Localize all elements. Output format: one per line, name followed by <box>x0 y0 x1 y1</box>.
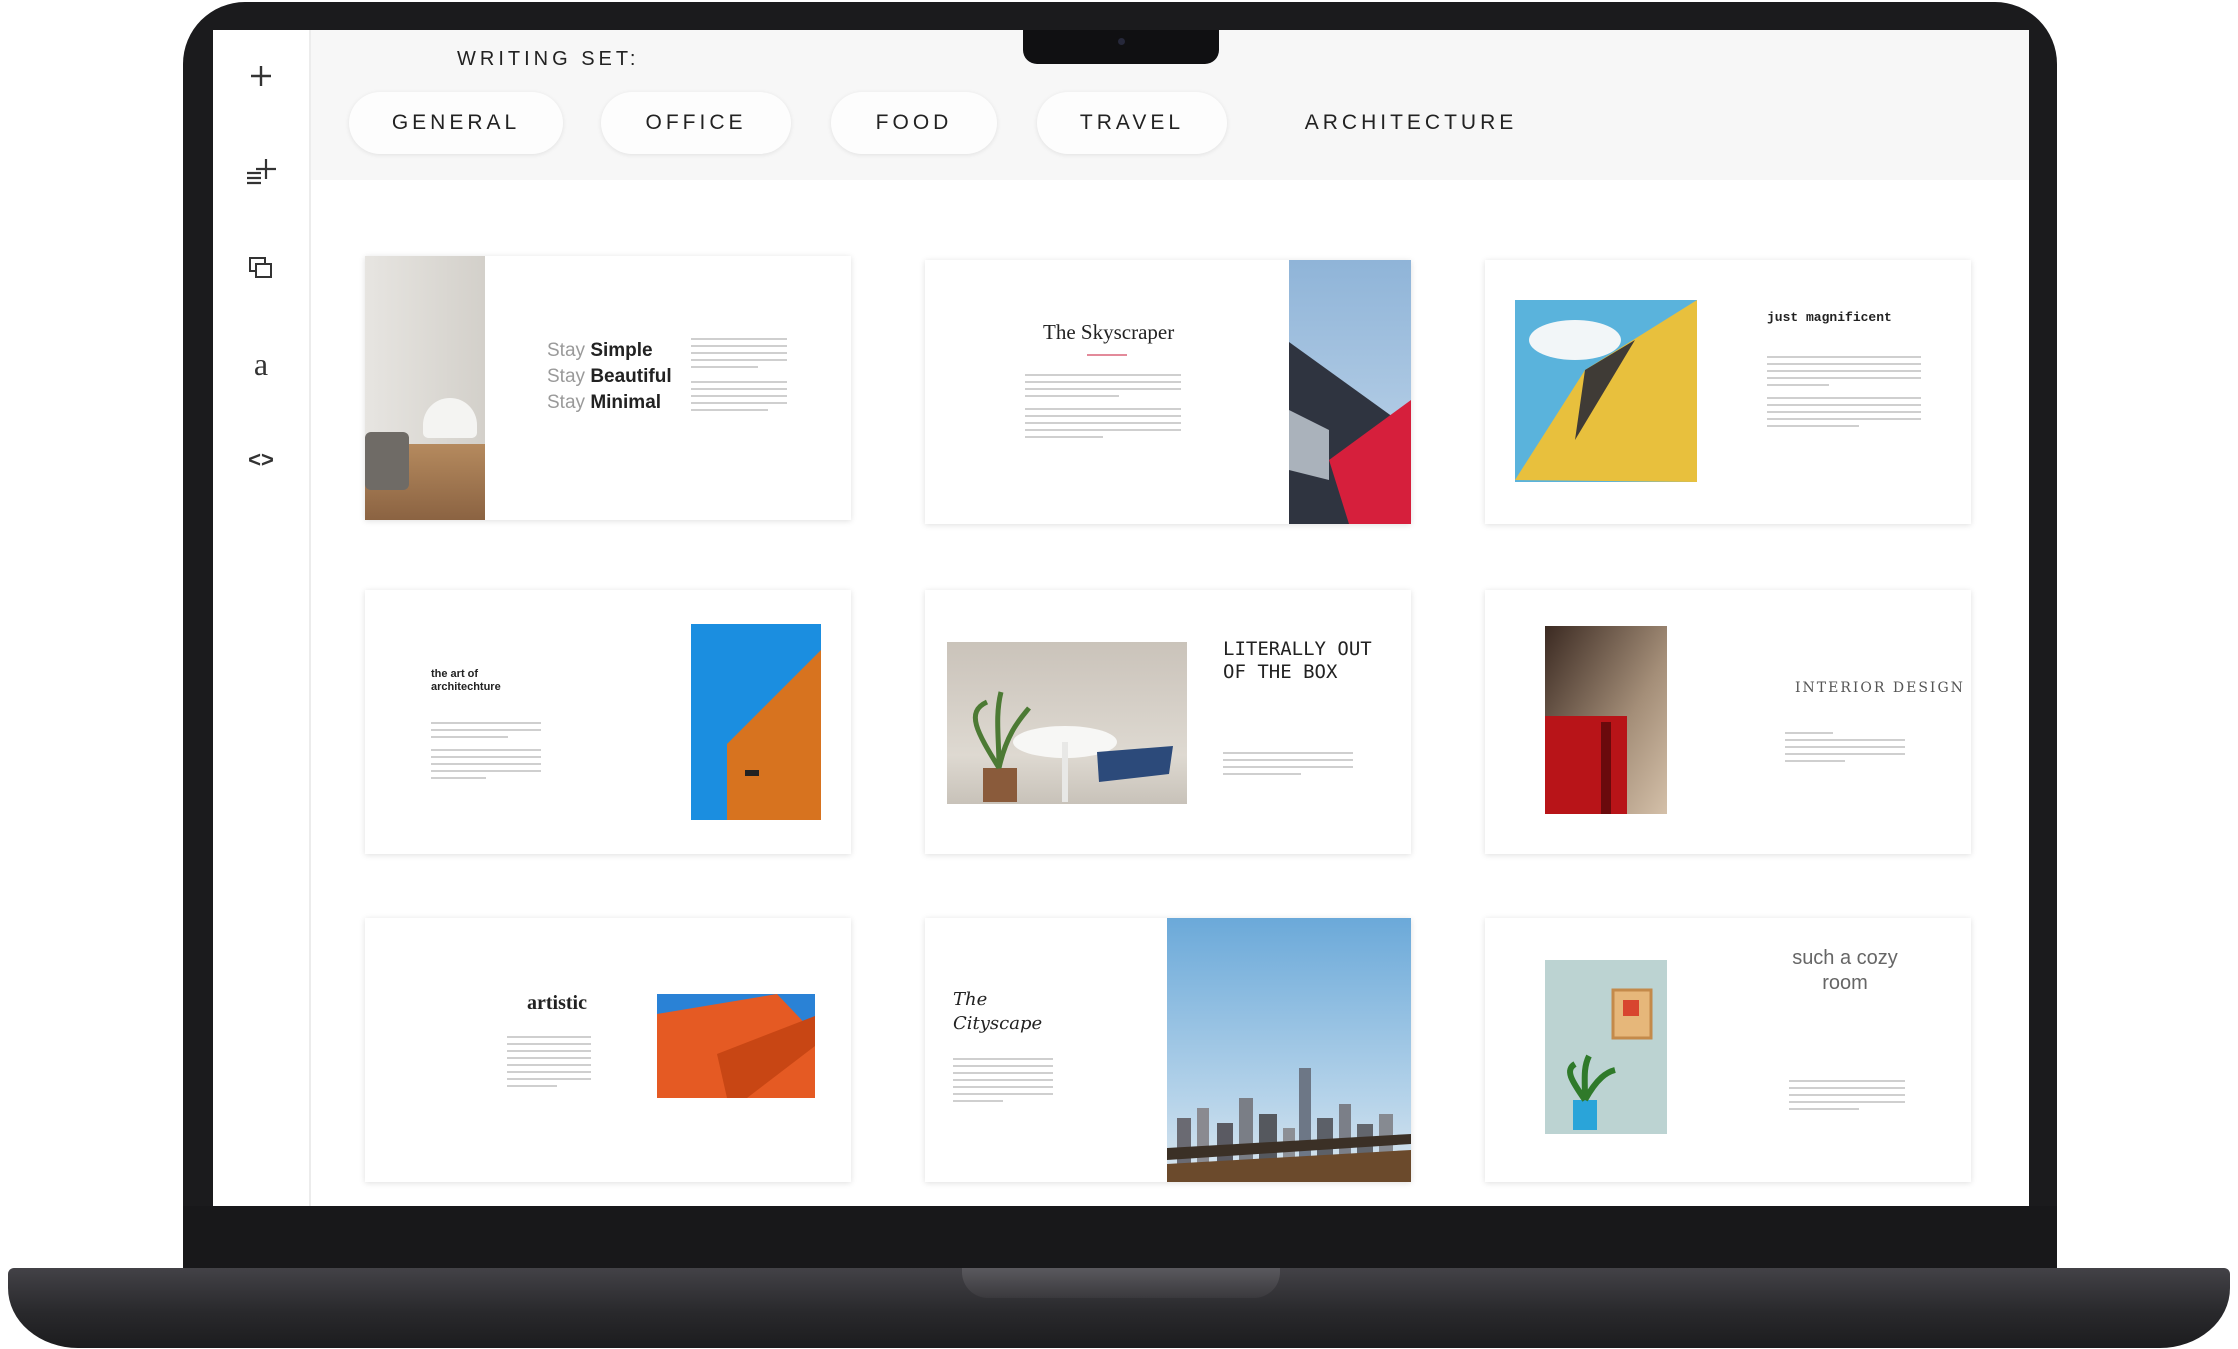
template-card-art-of-architecture[interactable]: the art of architechture <box>365 590 851 854</box>
orange-building-photo <box>691 624 821 820</box>
yellow-building-photo <box>1515 300 1697 482</box>
add-list-icon[interactable] <box>213 152 309 192</box>
tab-office[interactable]: OFFICE <box>601 92 791 154</box>
red-chair-photo <box>1545 626 1667 814</box>
sidebar: a <> <box>213 30 311 1206</box>
body-text <box>1767 356 1921 432</box>
writing-set-label: WRITING SET: <box>457 48 640 70</box>
template-card-skyscraper[interactable]: The Skyscraper <box>925 260 1411 524</box>
stay-lines: Stay Simple Stay Beautiful Stay Minimal <box>547 340 672 413</box>
template-card-cozy-room[interactable]: such a cozy room <box>1485 918 1971 1182</box>
template-grid: Stay Simple Stay Beautiful Stay Minimal … <box>311 180 2029 1206</box>
laptop-hinge-notch <box>962 1268 1280 1298</box>
tab-food[interactable]: FOOD <box>831 92 997 154</box>
skyscraper-photo <box>1289 260 1411 524</box>
body-text <box>507 1036 591 1092</box>
tab-general[interactable]: GENERAL <box>349 92 563 154</box>
font-icon[interactable]: a <box>213 344 309 384</box>
duplicate-icon[interactable] <box>213 248 309 288</box>
chair-photo <box>365 256 485 520</box>
cozy-room-photo <box>1545 960 1667 1134</box>
cozy-room-title: such a cozy room <box>1792 947 1898 994</box>
body-text <box>1789 1080 1905 1115</box>
cityscape-title: The Cityscape <box>953 989 1043 1034</box>
body-text <box>1025 374 1181 443</box>
body-text <box>1785 732 1905 767</box>
interior-title: INTERIOR DESIGN <box>1795 680 1965 696</box>
artistic-title: artistic <box>527 992 587 1014</box>
table-chair-photo <box>947 642 1187 804</box>
magnificent-title: just magnificent <box>1767 310 1892 325</box>
body-text <box>1223 752 1353 780</box>
camera-icon <box>1118 38 1125 45</box>
template-card-cityscape[interactable]: The Cityscape <box>925 918 1411 1182</box>
body-text <box>953 1058 1053 1107</box>
body-text <box>691 338 787 416</box>
skyscraper-title: The Skyscraper <box>1043 320 1175 344</box>
orange-wall-photo <box>657 994 815 1098</box>
art-title: the art of architechture <box>431 668 501 693</box>
city-skyline-photo <box>1167 918 1411 1182</box>
template-card-artistic[interactable]: artistic <box>365 918 851 1182</box>
code-icon[interactable]: <> <box>213 440 309 480</box>
template-card-interior-design[interactable]: INTERIOR DESIGN <box>1485 590 1971 854</box>
template-card-magnificent[interactable]: just magnificent <box>1485 260 1971 524</box>
out-of-the-box-title: LITERALLY OUT OF THE BOX <box>1223 638 1372 683</box>
template-card-stay-simple[interactable]: Stay Simple Stay Beautiful Stay Minimal <box>365 256 851 520</box>
tab-travel[interactable]: TRAVEL <box>1037 92 1227 154</box>
template-card-out-of-the-box[interactable]: LITERALLY OUT OF THE BOX <box>925 590 1411 854</box>
body-text <box>431 722 541 784</box>
tab-architecture[interactable]: ARCHITECTURE <box>1301 92 1521 154</box>
camera-notch <box>1023 30 1219 64</box>
plus-icon[interactable] <box>213 56 309 96</box>
app-window: a <> WRITING SET: GENERAL OFFICE FOOD TR… <box>213 30 2029 1206</box>
